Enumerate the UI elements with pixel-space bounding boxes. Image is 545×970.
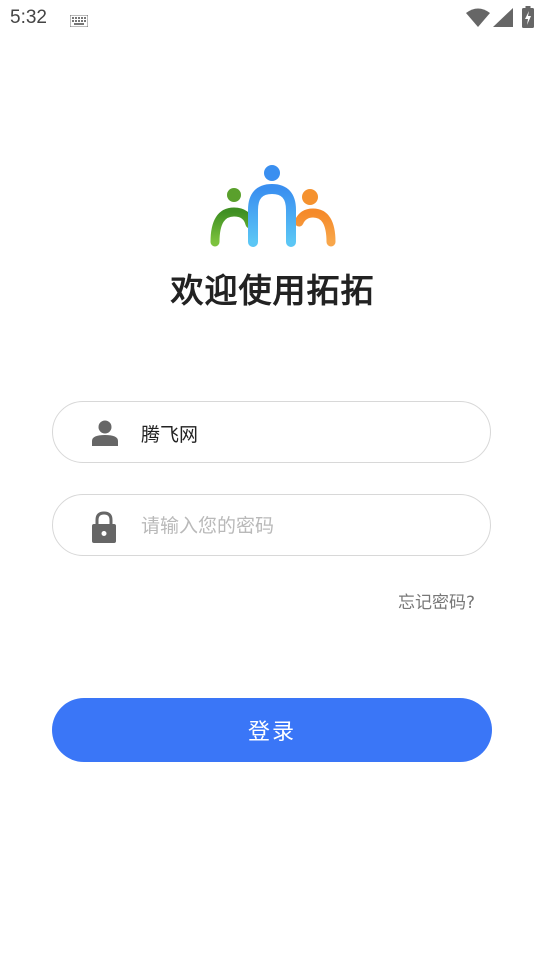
user-icon <box>91 420 119 450</box>
cell-signal-icon <box>493 8 513 31</box>
password-field[interactable] <box>52 494 491 556</box>
status-time: 5:32 <box>10 7 47 28</box>
status-bar: 5:32 <box>0 0 545 38</box>
forgot-password-link[interactable]: 忘记密码? <box>398 588 475 613</box>
welcome-title: 欢迎使用拓拓 <box>170 271 375 310</box>
username-field[interactable] <box>52 401 491 463</box>
wifi-icon <box>466 8 490 31</box>
username-input[interactable] <box>141 416 461 450</box>
battery-charging-icon <box>522 6 534 32</box>
password-input[interactable] <box>141 509 461 543</box>
people-logo-icon <box>207 162 339 252</box>
lock-icon <box>91 511 117 547</box>
keyboard-icon <box>69 12 89 31</box>
login-button[interactable]: 登录 <box>52 698 492 762</box>
